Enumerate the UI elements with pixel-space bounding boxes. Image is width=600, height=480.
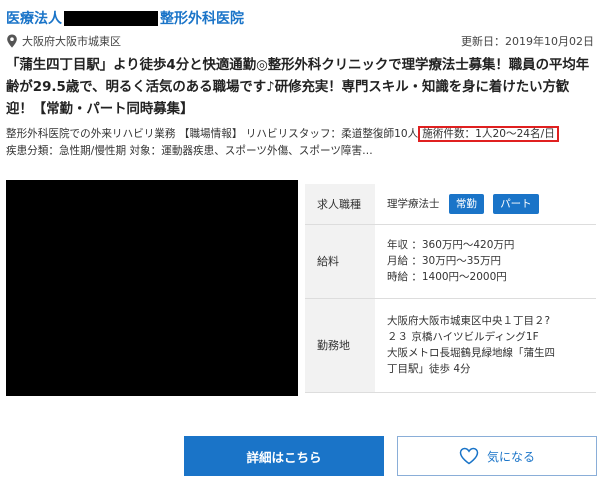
workplace-line-3: 大阪メトロ長堀鶴見緑地線「蒲生四 bbox=[387, 347, 555, 359]
description-line-1: 整形外科医院での外来リハビリ業務 【職場情報】 リハビリスタッフ：柔道整復師10… bbox=[6, 126, 596, 143]
favorite-button[interactable]: 気になる bbox=[397, 436, 597, 476]
updated-date: 更新日：2019年10月02日 bbox=[461, 35, 594, 48]
salary-annual: 年収 ：360万円〜420万円 bbox=[387, 239, 515, 251]
salary-hourly: 時給 ：1400円〜2000円 bbox=[387, 271, 507, 283]
job-info-table: 求人職種 理学療法士 常勤 パート 給料 年収 ：360万円〜420万円 月給 … bbox=[305, 184, 596, 393]
salary-label: 給料 bbox=[305, 224, 375, 299]
job-type-cell: 理学療法士 常勤 パート bbox=[375, 184, 596, 225]
tag-parttime: パート bbox=[493, 193, 539, 214]
description-line-2: 疾患分類：急性期/慢性期 対象：運動器疾患、スポーツ外傷、スポーツ障害… bbox=[6, 145, 373, 157]
workplace-line-2: ２３ 京橋ハイツビルディング1F bbox=[387, 331, 539, 343]
job-title[interactable]: 医療法人 整形外科医院 bbox=[6, 6, 244, 30]
description-text-1: 整形外科医院での外来リハビリ業務 【職場情報】 リハビリスタッフ：柔道整復師10… bbox=[6, 128, 419, 140]
job-type-label: 求人職種 bbox=[305, 184, 375, 225]
title-suffix[interactable]: 整形外科医院 bbox=[160, 8, 244, 28]
workplace-photo bbox=[6, 180, 298, 396]
favorite-label: 気になる bbox=[486, 449, 535, 464]
tag-fulltime: 常勤 bbox=[448, 193, 484, 214]
workplace-line-4: 丁目駅」徒歩 4分 bbox=[387, 363, 471, 375]
workplace-cell: 大阪府大阪市城東区中央１丁目２? ２３ 京橋ハイツビルディング1F 大阪メトロ長… bbox=[375, 298, 596, 393]
location-row: 大阪府大阪市城東区 更新日：2019年10月02日 bbox=[6, 33, 594, 49]
salary-cell: 年収 ：360万円〜420万円 月給 ：30万円〜35万円 時給 ：1400円〜… bbox=[375, 224, 596, 299]
location-text: 大阪府大阪市城東区 bbox=[22, 35, 121, 48]
job-type-row: 求人職種 理学療法士 常勤 パート bbox=[305, 184, 596, 225]
salary-monthly: 月給 ：30万円〜35万円 bbox=[387, 255, 502, 267]
job-description: 整形外科医院での外来リハビリ業務 【職場情報】 リハビリスタッフ：柔道整復師10… bbox=[6, 126, 596, 160]
map-pin-icon bbox=[7, 34, 17, 48]
workplace-label: 勤務地 bbox=[305, 298, 375, 393]
highlighted-treatment-count: 施術件数：1人20〜24名/日 bbox=[418, 126, 559, 142]
job-type-value: 理学療法士 bbox=[387, 197, 440, 210]
job-headline: 「蒲生四丁目駅」より徒歩4分と快適通勤◎整形外科クリニックで理学療法士募集！職員… bbox=[6, 58, 590, 117]
salary-row: 給料 年収 ：360万円〜420万円 月給 ：30万円〜35万円 時給 ：140… bbox=[305, 224, 596, 299]
detail-button[interactable]: 詳細はこちら bbox=[184, 436, 384, 476]
location: 大阪府大阪市城東区 bbox=[6, 33, 121, 49]
redacted-name bbox=[64, 10, 158, 26]
workplace-line-1: 大阪府大阪市城東区中央１丁目２? bbox=[387, 315, 551, 327]
title-prefix[interactable]: 医療法人 bbox=[6, 8, 62, 28]
workplace-row: 勤務地 大阪府大阪市城東区中央１丁目２? ２３ 京橋ハイツビルディング1F 大阪… bbox=[305, 298, 596, 393]
heart-icon bbox=[459, 447, 479, 465]
